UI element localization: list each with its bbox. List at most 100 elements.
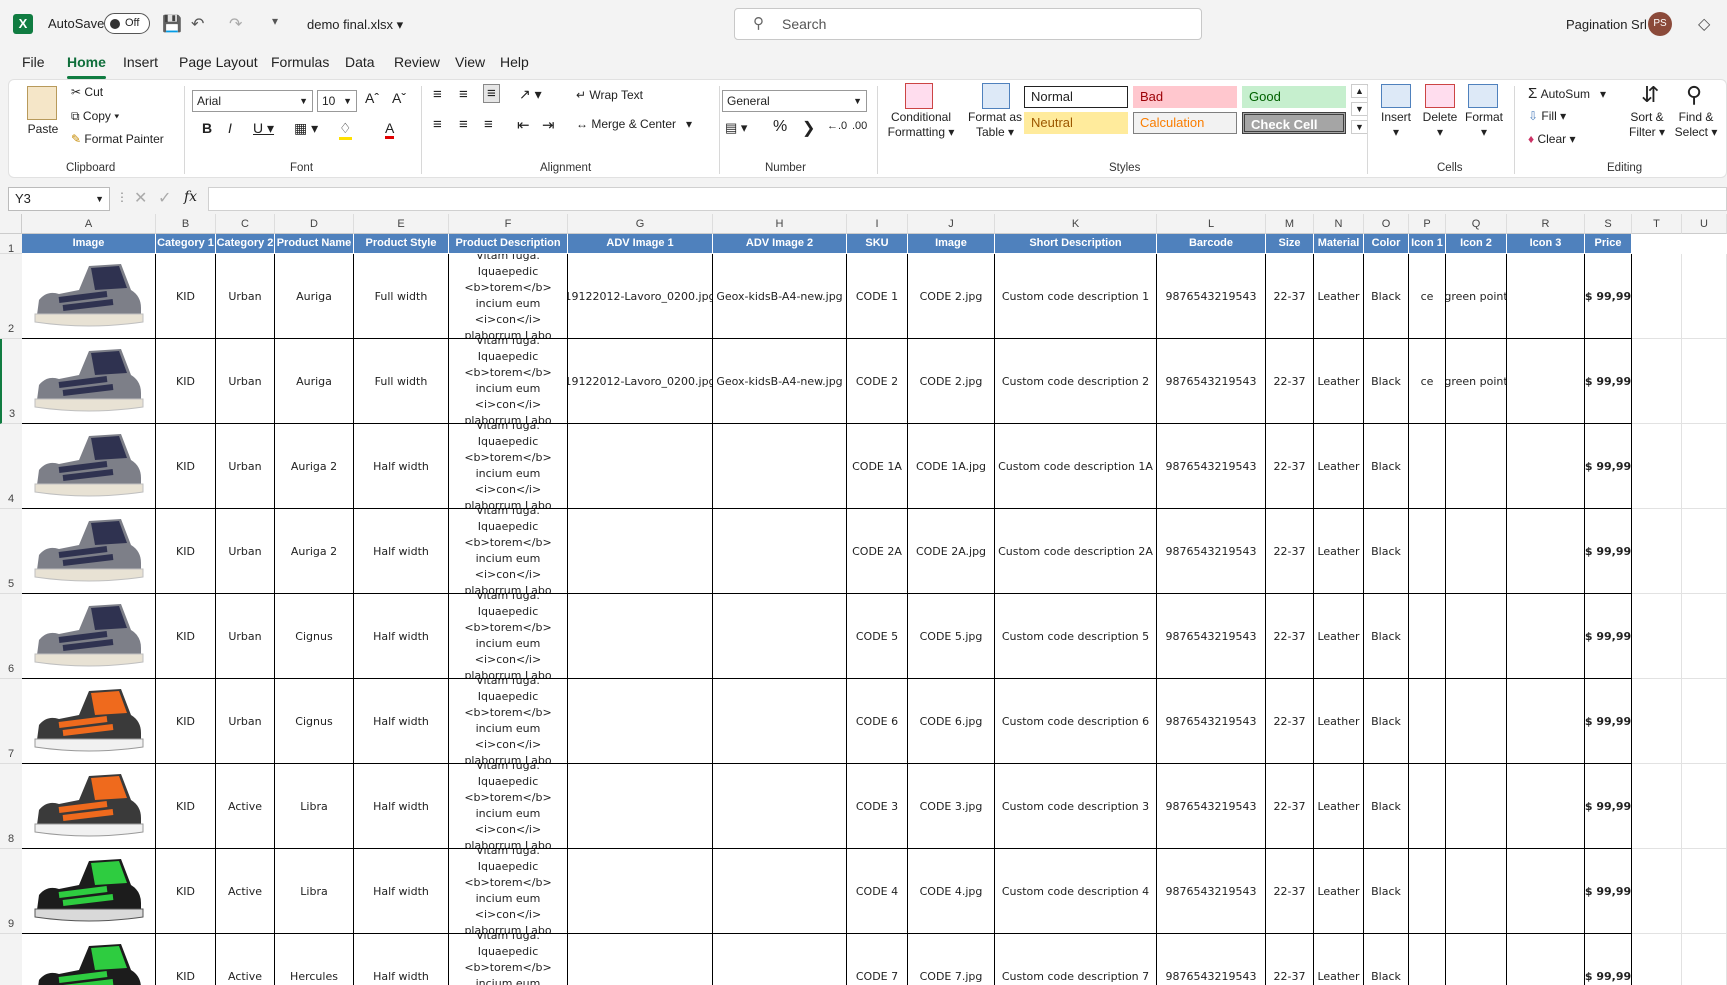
table-cell[interactable]: Custom code description 4: [995, 849, 1157, 934]
table-cell[interactable]: [713, 679, 847, 764]
table-cell[interactable]: CODE 6: [847, 679, 908, 764]
description-cell[interactable]: Vitam fuga. Iquaepedic <b>torem</b> incium …: [449, 509, 568, 594]
empty-cell[interactable]: [1682, 254, 1727, 339]
table-cell[interactable]: [713, 849, 847, 934]
table-cell[interactable]: [1507, 679, 1585, 764]
paste-icon[interactable]: [27, 86, 57, 120]
image-cell[interactable]: [22, 849, 156, 934]
empty-cell[interactable]: [1682, 594, 1727, 679]
table-cell[interactable]: ce: [1409, 339, 1446, 424]
delete-cells-button[interactable]: Delete ▾: [1420, 110, 1460, 140]
empty-cell[interactable]: [1632, 254, 1682, 339]
table-cell[interactable]: Black: [1364, 594, 1409, 679]
tab-file[interactable]: File: [22, 54, 45, 70]
column-header-a[interactable]: A: [22, 214, 156, 234]
table-cell[interactable]: [568, 509, 713, 594]
table-cell[interactable]: 22-37: [1266, 849, 1314, 934]
table-cell[interactable]: [1507, 509, 1585, 594]
table-cell[interactable]: 22-37: [1266, 254, 1314, 339]
tab-insert[interactable]: Insert: [123, 54, 158, 70]
header-cell[interactable]: Color: [1364, 234, 1409, 253]
table-cell[interactable]: [568, 424, 713, 509]
formula-input[interactable]: [208, 187, 1727, 211]
table-cell[interactable]: [1409, 934, 1446, 985]
table-cell[interactable]: CODE 7: [847, 934, 908, 985]
empty-cell[interactable]: [1682, 424, 1727, 509]
table-cell[interactable]: Black: [1364, 934, 1409, 985]
table-cell[interactable]: Libra: [275, 764, 354, 849]
table-cell[interactable]: Urban: [216, 254, 275, 339]
table-cell[interactable]: [1409, 509, 1446, 594]
empty-cell[interactable]: [1682, 764, 1727, 849]
image-cell[interactable]: [22, 254, 156, 339]
table-cell[interactable]: Leather: [1314, 934, 1364, 985]
table-cell[interactable]: Custom code description 2: [995, 339, 1157, 424]
column-header-o[interactable]: O: [1364, 214, 1409, 234]
comma-style-icon[interactable]: ❯: [802, 118, 815, 138]
image-cell[interactable]: [22, 934, 156, 985]
table-cell[interactable]: $ 99,99: [1585, 764, 1632, 849]
table-cell[interactable]: CODE 1A: [847, 424, 908, 509]
table-cell[interactable]: [1446, 509, 1507, 594]
column-header-u[interactable]: U: [1682, 214, 1727, 234]
header-cell[interactable]: Icon 3: [1507, 234, 1585, 253]
table-cell[interactable]: $ 99,99: [1585, 254, 1632, 339]
table-cell[interactable]: $ 99,99: [1585, 849, 1632, 934]
description-cell[interactable]: Vitam fuga. Iquaepedic <b>torem</b> incium …: [449, 764, 568, 849]
table-cell[interactable]: 9876543219543: [1157, 934, 1266, 985]
table-cell[interactable]: Active: [216, 764, 275, 849]
table-cell[interactable]: 9876543219543: [1157, 339, 1266, 424]
table-cell[interactable]: [1446, 849, 1507, 934]
table-cell[interactable]: $ 99,99: [1585, 594, 1632, 679]
table-cell[interactable]: $ 99,99: [1585, 424, 1632, 509]
table-cell[interactable]: Auriga 2: [275, 509, 354, 594]
cut-button[interactable]: ✂ Cut: [71, 85, 103, 99]
header-cell[interactable]: ADV Image 2: [713, 234, 847, 253]
orientation-icon[interactable]: ↗ ▾: [519, 86, 542, 103]
accounting-format-icon[interactable]: ▤ ▾: [725, 120, 747, 136]
italic-icon[interactable]: I: [228, 120, 232, 136]
table-cell[interactable]: [1409, 849, 1446, 934]
table-cell[interactable]: [568, 934, 713, 985]
table-cell[interactable]: CODE 7.jpg: [908, 934, 995, 985]
table-cell[interactable]: Black: [1364, 424, 1409, 509]
table-cell[interactable]: Geox-kidsB-A4-new.jpg: [713, 254, 847, 339]
column-header-i[interactable]: I: [847, 214, 908, 234]
table-cell[interactable]: Half width: [354, 679, 449, 764]
increase-font-icon[interactable]: Aˆ: [365, 90, 379, 106]
table-cell[interactable]: Half width: [354, 594, 449, 679]
empty-cell[interactable]: [1682, 509, 1727, 594]
table-cell[interactable]: ce: [1409, 254, 1446, 339]
header-cell[interactable]: Short Description: [995, 234, 1157, 253]
table-cell[interactable]: KID: [156, 254, 216, 339]
style-good[interactable]: Good: [1242, 86, 1346, 108]
table-cell[interactable]: Urban: [216, 679, 275, 764]
empty-cell[interactable]: [1632, 764, 1682, 849]
styles-scroll-down-icon[interactable]: ▼: [1351, 102, 1368, 116]
autosave-toggle[interactable]: Off: [104, 13, 150, 34]
table-cell[interactable]: green point: [1446, 254, 1507, 339]
table-cell[interactable]: Urban: [216, 339, 275, 424]
header-cell[interactable]: Category 1: [156, 234, 216, 253]
customize-toolbar-icon[interactable]: ▾: [272, 14, 278, 28]
row-header[interactable]: 10: [0, 934, 22, 985]
column-header-g[interactable]: G: [568, 214, 713, 234]
table-cell[interactable]: KID: [156, 934, 216, 985]
styles-more-icon[interactable]: ▼: [1351, 120, 1368, 134]
header-cell[interactable]: SKU: [847, 234, 908, 253]
table-cell[interactable]: CODE 1: [847, 254, 908, 339]
align-middle-icon[interactable]: ≡: [459, 86, 468, 103]
borders-icon[interactable]: ▦ ▾: [294, 120, 318, 137]
empty-cell[interactable]: [1682, 934, 1727, 985]
table-cell[interactable]: KID: [156, 679, 216, 764]
table-cell[interactable]: Custom code description 6: [995, 679, 1157, 764]
column-header-q[interactable]: Q: [1446, 214, 1507, 234]
column-header-l[interactable]: L: [1157, 214, 1266, 234]
table-cell[interactable]: [713, 509, 847, 594]
tab-formulas[interactable]: Formulas: [271, 54, 329, 70]
increase-decimal-icon[interactable]: ←.0: [827, 120, 847, 132]
table-cell[interactable]: KID: [156, 509, 216, 594]
search-input[interactable]: ⚲ Search: [734, 8, 1202, 40]
wrap-text-button[interactable]: ↵ Wrap Text: [576, 88, 643, 102]
table-cell[interactable]: Active: [216, 934, 275, 985]
